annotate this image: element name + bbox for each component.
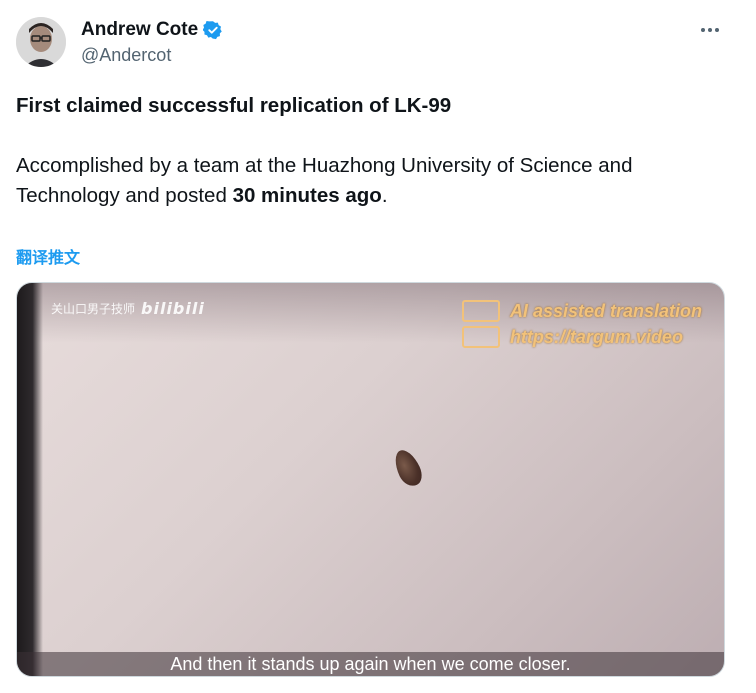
video-subtitle: And then it stands up again when we come… [170, 653, 571, 674]
translate-tweet-link[interactable]: 翻译推文 [16, 244, 80, 268]
tweet-body: Accomplished by a team at the Huazhong U… [16, 151, 716, 211]
tweet: Andrew Cote @Andercot First claimed succ… [0, 0, 756, 693]
video-watermark: 关山口男子技师 bilibili [51, 299, 205, 318]
tweet-body-end: . [381, 184, 388, 207]
tweet-headline: First claimed successful replication of … [16, 94, 452, 117]
verified-badge-icon [202, 20, 223, 40]
subtitle-bar: And then it stands up again when we come… [17, 652, 724, 676]
author-name-row[interactable]: Andrew Cote [81, 19, 223, 41]
bilibili-logo: bilibili [141, 299, 205, 318]
translation-icon [461, 300, 500, 322]
video-player[interactable]: 关山口男子技师 bilibili AI assisted translation… [16, 282, 725, 677]
overlay-line2: https://targum.video [509, 326, 683, 347]
author-name[interactable]: Andrew Cote [81, 19, 198, 41]
author-handle[interactable]: @Andercot [81, 45, 171, 66]
lk99-specimen [390, 446, 426, 490]
subtitle-icon [461, 326, 500, 348]
translation-overlay: AI assisted translation https://targum.v… [461, 300, 702, 348]
video-edge-shadow [17, 283, 43, 676]
avatar[interactable] [16, 17, 66, 67]
tweet-body-bold: 30 minutes ago [232, 184, 382, 207]
watermark-text: 关山口男子技师 [51, 302, 136, 316]
overlay-line1: AI assisted translation [509, 300, 702, 321]
more-horizontal-icon[interactable] [698, 18, 722, 42]
